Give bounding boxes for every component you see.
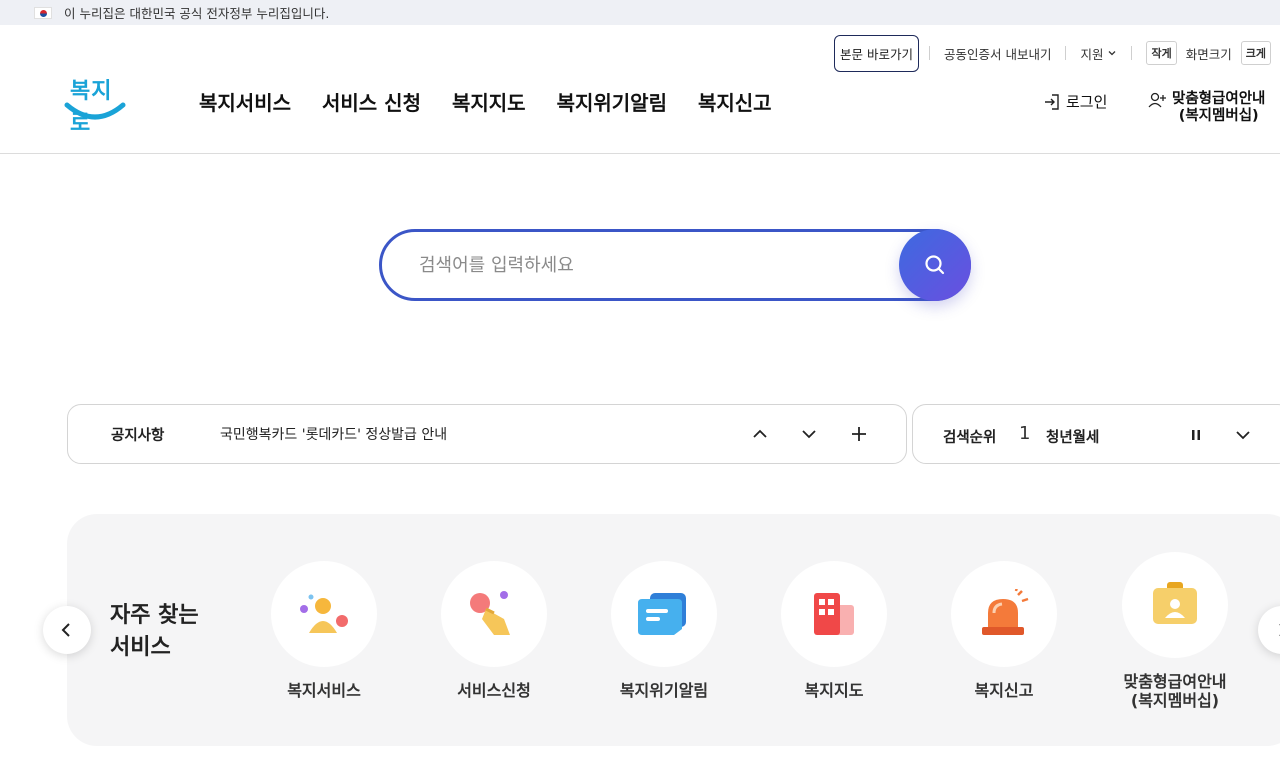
skip-to-content-link[interactable]: 본문 바로가기 (834, 34, 919, 72)
korea-flag-icon (34, 6, 52, 19)
divider (928, 46, 930, 60)
service-name: 복지신고 (974, 681, 1034, 700)
service-item-crisis-alert[interactable]: 복지위기알림 (594, 561, 734, 700)
siren-icon (982, 589, 1029, 635)
notice-bar: 공지사항 국민행복카드 '롯데카드' 정상발급 안내 (67, 404, 907, 464)
nav-item-service-apply[interactable]: 서비스 신청 (322, 87, 421, 116)
main-nav: 복지서비스 서비스 신청 복지지도 복지위기알림 복지신고 (199, 87, 772, 116)
chevron-right-icon (1279, 624, 1280, 636)
membership-line-1: 맞춤형급여안내 (1172, 91, 1266, 107)
membership-label: 맞춤형급여안내 (복지멤버십) (1172, 91, 1265, 125)
service-item-membership[interactable]: 맞춤형급여안내 (복지멤버십) (1105, 552, 1245, 710)
logo-smile-icon (64, 102, 126, 120)
membership-line-2: (복지멤버십) (1178, 108, 1259, 124)
service-name: 맞춤형급여안내 (복지멤버십) (1105, 672, 1245, 710)
service-item-welfare-report[interactable]: 복지신고 (934, 561, 1074, 700)
search-input[interactable] (419, 249, 889, 281)
logo[interactable]: 복지로 (64, 73, 130, 136)
support-label: 지원 (1080, 46, 1104, 62)
hand-tap-icon (470, 591, 510, 635)
chevron-down-icon (1236, 431, 1250, 440)
chat-icon (638, 593, 686, 635)
rank-keyword-link[interactable]: 청년월세 (1046, 426, 1099, 447)
service-name-line-2: (복지멤버십) (1130, 691, 1220, 710)
rank-pause-button[interactable] (1184, 423, 1208, 447)
service-name: 서비스신청 (457, 681, 531, 700)
notice-more-button[interactable] (847, 422, 871, 446)
notice-next-button[interactable] (797, 422, 821, 446)
frequent-services-title: 자주 찾는 서비스 (110, 600, 199, 664)
utility-bar: 본문 바로가기 공동인증서 내보내기 지원 작게 화면크기 크게 (834, 34, 1280, 72)
rank-expand-button[interactable] (1231, 423, 1255, 447)
cert-export-link[interactable]: 공동인증서 내보내기 (944, 44, 1051, 63)
service-name: 복지서비스 (287, 681, 361, 700)
person-icon (300, 594, 348, 633)
service-icon-circle (611, 561, 717, 667)
font-size-label: 화면크기 (1185, 46, 1232, 62)
building-icon (814, 593, 854, 635)
service-name-line-1: 맞춤형급여안내 (1123, 672, 1227, 691)
service-icon-circle (271, 561, 377, 667)
search-button[interactable] (899, 229, 971, 301)
service-item-welfare-service[interactable]: 복지서비스 (254, 561, 394, 700)
service-item-service-apply[interactable]: 서비스신청 (424, 561, 564, 700)
chevron-left-icon (61, 623, 70, 637)
membership-button[interactable]: 맞춤형급여안내 (복지멤버십) (1148, 91, 1265, 125)
rank-label: 검색순위 (943, 430, 997, 446)
font-large-button[interactable]: 크게 (1240, 41, 1271, 65)
title-line-1: 자주 찾는 (110, 603, 199, 628)
notice-prev-button[interactable] (748, 422, 772, 446)
rank-number: 1 (1019, 423, 1031, 444)
gov-banner: 이 누리집은 대한민국 공식 전자정부 누리집입니다. (0, 0, 1280, 25)
divider (1065, 46, 1067, 60)
gov-banner-text: 이 누리집은 대한민국 공식 전자정부 누리집입니다. (64, 6, 330, 21)
notice-label: 공지사항 (111, 427, 165, 444)
chevron-down-icon (1109, 51, 1116, 56)
login-label: 로그인 (1066, 93, 1108, 111)
service-icon-circle (951, 561, 1057, 667)
font-small-button[interactable]: 작게 (1146, 41, 1177, 65)
search-icon (925, 255, 945, 275)
nav-item-crisis-alert[interactable]: 복지위기알림 (557, 87, 667, 116)
plus-icon (852, 427, 866, 441)
service-item-welfare-map[interactable]: 복지지도 (764, 561, 904, 700)
chevron-down-icon (802, 430, 816, 439)
service-name: 복지지도 (804, 681, 864, 700)
add-user-icon (1148, 92, 1166, 108)
nav-item-welfare-map[interactable]: 복지지도 (452, 87, 526, 116)
divider (1131, 46, 1133, 60)
pause-icon (1192, 430, 1200, 440)
login-icon (1045, 93, 1059, 110)
id-card-icon (1153, 582, 1197, 624)
search-box (379, 229, 971, 301)
frequent-services-panel: 자주 찾는 서비스 복지서비스 서비스신청 복지위기알림 복지지도 복지신고 맞… (67, 514, 1280, 746)
chevron-up-icon (753, 429, 767, 438)
service-icon-circle (441, 561, 547, 667)
title-line-2: 서비스 (110, 635, 171, 660)
login-button[interactable]: 로그인 (1043, 91, 1107, 112)
support-dropdown[interactable]: 지원 (1080, 44, 1117, 63)
search-rank-bar: 검색순위 1 청년월세 (912, 404, 1280, 464)
service-icon-circle (781, 561, 887, 667)
nav-item-welfare-service[interactable]: 복지서비스 (199, 87, 291, 116)
service-name: 복지위기알림 (619, 681, 709, 700)
notice-text-link[interactable]: 국민행복카드 '롯데카드' 정상발급 안내 (220, 424, 447, 444)
carousel-prev-button[interactable] (43, 606, 91, 654)
service-icon-circle (1122, 552, 1228, 658)
nav-item-welfare-report[interactable]: 복지신고 (698, 87, 772, 116)
header: 본문 바로가기 공동인증서 내보내기 지원 작게 화면크기 크게 복지로 복지서… (0, 25, 1280, 154)
